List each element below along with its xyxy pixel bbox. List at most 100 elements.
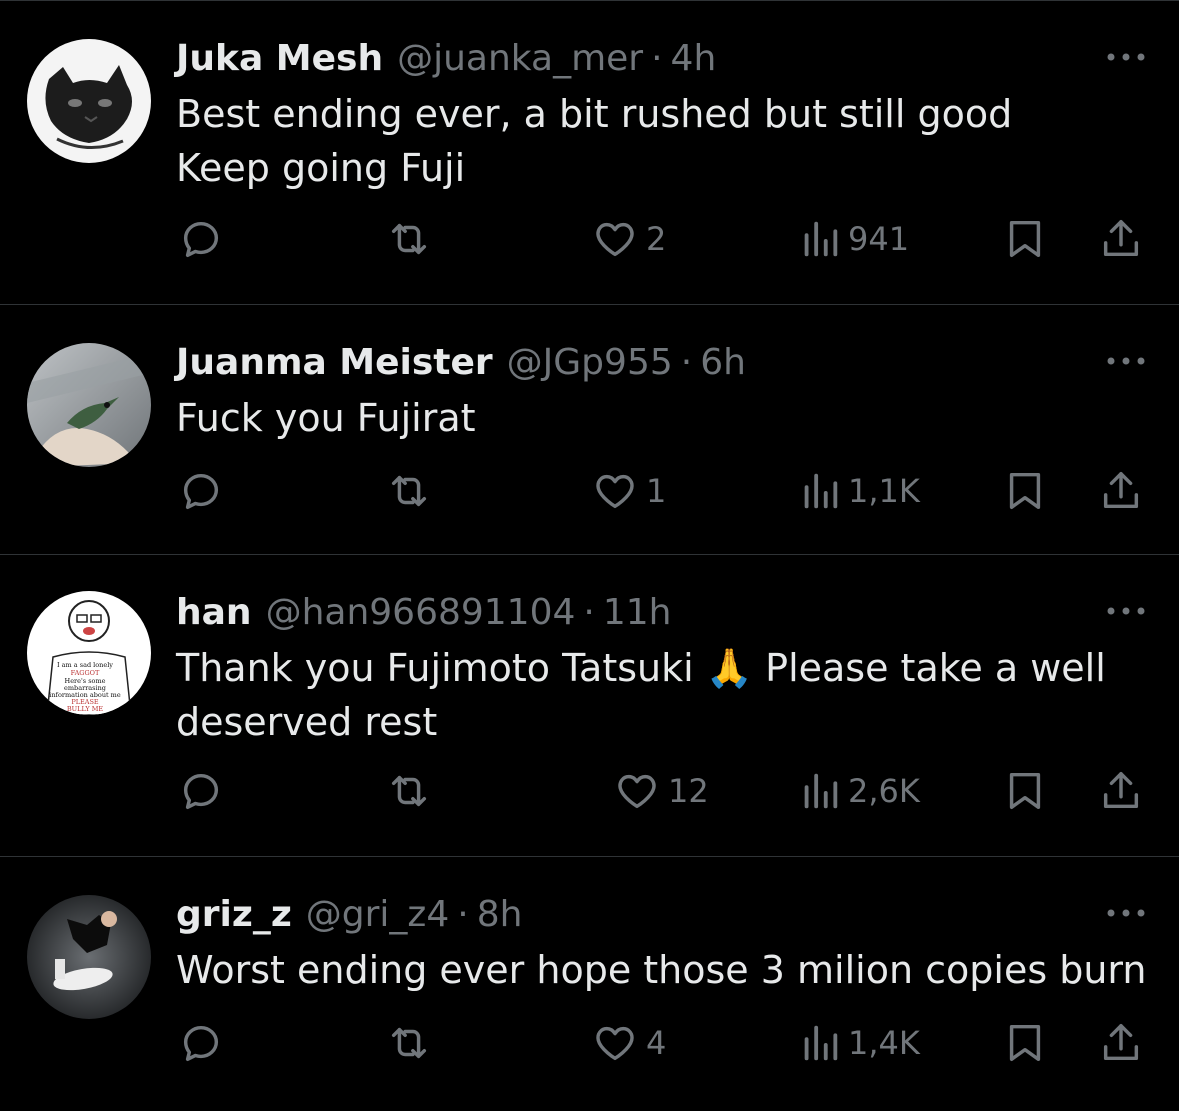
user-handle[interactable]: @han966891104 — [266, 591, 576, 635]
like-count: 2 — [646, 220, 667, 258]
reply-button[interactable] — [178, 461, 224, 521]
tweet-item[interactable]: Juka Mesh @juanka_mer · 4h Best ending e… — [0, 1, 1179, 305]
bookmark-icon — [1009, 472, 1041, 510]
views-count: 1,1K — [848, 472, 920, 510]
more-dots-icon[interactable] — [1105, 903, 1147, 923]
timestamp[interactable]: 8h — [477, 893, 523, 937]
avatar-image-soyjak-meme: I am a sad lonely FAGGOT Here's some emb… — [27, 591, 151, 715]
retweet-button[interactable] — [384, 461, 434, 521]
tweet-item[interactable]: griz_z @gri_z4 · 8h Worst ending ever ho… — [0, 857, 1179, 1111]
tweet-header: Juka Mesh @juanka_mer · 4h — [176, 37, 716, 81]
avatar-image-hummingbird — [27, 343, 151, 467]
user-handle[interactable]: @gri_z4 — [306, 893, 449, 937]
timestamp[interactable]: 11h — [603, 591, 672, 635]
retweet-button[interactable] — [384, 209, 434, 269]
like-button[interactable]: 12 — [614, 761, 709, 821]
share-upload-icon — [1103, 772, 1139, 809]
tweet-item[interactable]: I am a sad lonely FAGGOT Here's some emb… — [0, 555, 1179, 857]
tweet-text: Thank you Fujimoto Tatsuki 🙏 Please take… — [176, 646, 1106, 744]
avatar-shirt-text: BULLY ME — [67, 705, 103, 713]
bookmark-button[interactable] — [1002, 209, 1048, 269]
avatar[interactable] — [27, 895, 151, 1019]
tweet-text: Worst ending ever hope those 3 milion co… — [176, 948, 1147, 992]
bookmark-button[interactable] — [1002, 461, 1048, 521]
retweet-icon — [391, 223, 427, 255]
more-dots-icon[interactable] — [1105, 601, 1147, 621]
views-count: 2,6K — [848, 772, 920, 810]
views-count: 941 — [848, 220, 910, 258]
bookmark-button[interactable] — [1002, 1013, 1048, 1073]
share-button[interactable] — [1098, 761, 1144, 821]
share-button[interactable] — [1098, 461, 1144, 521]
tweet-item[interactable]: Juanma Meister @JGp955 · 6h Fuck you Fuj… — [0, 305, 1179, 555]
share-upload-icon — [1103, 472, 1139, 509]
more-dots-icon[interactable] — [1105, 351, 1147, 371]
avatar[interactable] — [27, 343, 151, 467]
retweet-icon — [391, 775, 427, 807]
reply-icon — [183, 221, 219, 258]
separator-dot: · — [583, 592, 595, 633]
display-name[interactable]: Juanma Meister — [176, 341, 493, 385]
views-button[interactable]: 2,6K — [800, 761, 920, 821]
tweet-header: Juanma Meister @JGp955 · 6h — [176, 341, 746, 385]
like-button[interactable]: 4 — [592, 1013, 666, 1073]
heart-icon — [618, 774, 656, 809]
reply-button[interactable] — [178, 1013, 224, 1073]
avatar[interactable]: I am a sad lonely FAGGOT Here's some emb… — [27, 591, 151, 715]
reply-button[interactable] — [178, 761, 224, 821]
views-bar-chart-icon — [804, 473, 838, 509]
tweet-header: griz_z @gri_z4 · 8h — [176, 893, 522, 937]
views-bar-chart-icon — [804, 221, 838, 257]
bookmark-icon — [1009, 772, 1041, 810]
like-button[interactable]: 1 — [592, 461, 666, 521]
bookmark-icon — [1009, 220, 1041, 258]
heart-icon — [596, 474, 634, 509]
views-button[interactable]: 941 — [800, 209, 909, 269]
user-handle[interactable]: @JGp955 — [507, 341, 673, 385]
heart-icon — [596, 1026, 634, 1061]
display-name[interactable]: griz_z — [176, 893, 292, 937]
display-name[interactable]: han — [176, 591, 252, 635]
share-upload-icon — [1103, 1024, 1139, 1061]
timestamp[interactable]: 6h — [700, 341, 746, 385]
bookmark-icon — [1009, 1024, 1041, 1062]
reply-icon — [183, 1025, 219, 1062]
separator-dot: · — [457, 894, 469, 935]
views-bar-chart-icon — [804, 773, 838, 809]
separator-dot: · — [651, 38, 663, 79]
user-handle[interactable]: @juanka_mer — [397, 37, 643, 81]
share-upload-icon — [1103, 220, 1139, 257]
avatar[interactable] — [27, 39, 151, 163]
retweet-icon — [391, 1027, 427, 1059]
share-button[interactable] — [1098, 1013, 1144, 1073]
retweet-button[interactable] — [384, 1013, 434, 1073]
action-bar: 1 1,1K — [0, 461, 1179, 521]
timestamp[interactable]: 4h — [671, 37, 717, 81]
reply-icon — [183, 773, 219, 810]
reply-icon — [183, 473, 219, 510]
action-bar: 2 941 — [0, 209, 1179, 269]
separator-dot: · — [680, 342, 693, 383]
retweet-button[interactable] — [384, 761, 434, 821]
share-button[interactable] — [1098, 209, 1144, 269]
tweet-header: han @han966891104 · 11h — [176, 591, 671, 635]
avatar-shirt-text: I am a sad lonely — [57, 661, 113, 669]
action-bar: 12 2,6K — [0, 761, 1179, 821]
heart-icon — [596, 222, 634, 257]
bookmark-button[interactable] — [1002, 761, 1048, 821]
views-button[interactable]: 1,1K — [800, 461, 920, 521]
avatar-image-skateboarder — [27, 895, 151, 1019]
views-button[interactable]: 1,4K — [800, 1013, 920, 1073]
tweet-text: Best ending ever, a bit rushed but still… — [176, 92, 1013, 190]
views-count: 1,4K — [848, 1024, 920, 1062]
reply-button[interactable] — [178, 209, 224, 269]
like-count: 4 — [646, 1024, 667, 1062]
more-dots-icon[interactable] — [1105, 47, 1147, 67]
retweet-icon — [391, 475, 427, 507]
like-button[interactable]: 2 — [592, 209, 666, 269]
tweet-text: Fuck you Fujirat — [176, 396, 476, 440]
like-count: 12 — [668, 772, 709, 810]
display-name[interactable]: Juka Mesh — [176, 37, 383, 81]
avatar-shirt-text: FAGGOT — [71, 669, 100, 677]
action-bar: 4 1,4K — [0, 1013, 1179, 1073]
